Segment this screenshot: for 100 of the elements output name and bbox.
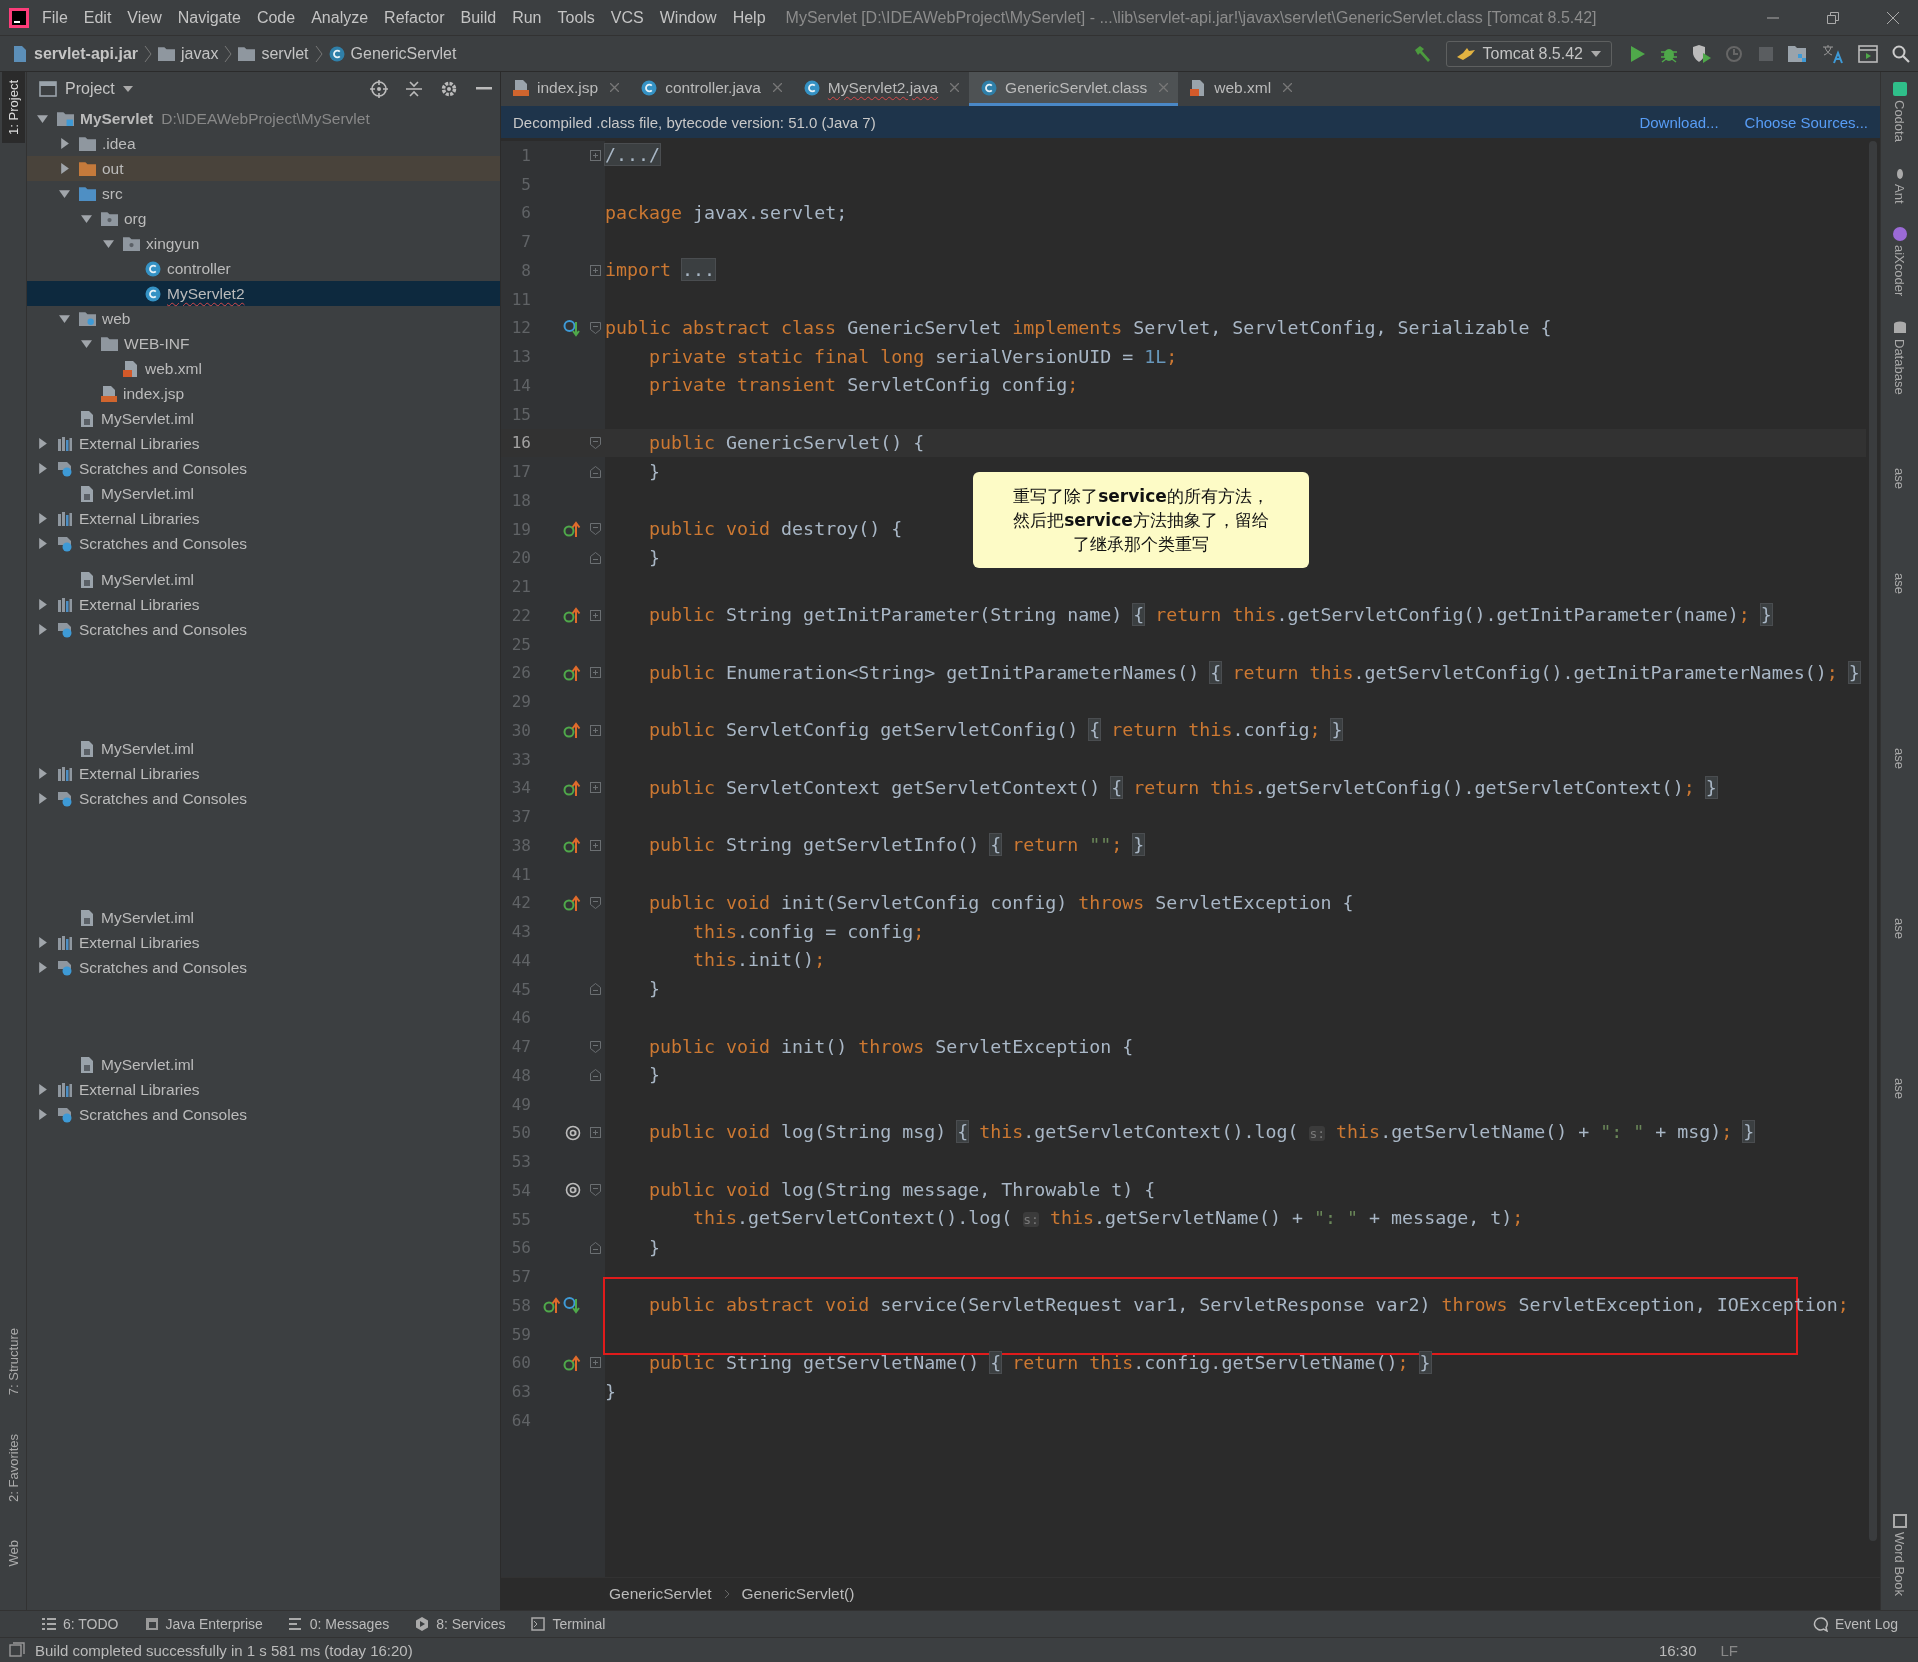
tool-window-tab[interactable]: 7: Structure [1,1320,25,1404]
tree-row[interactable]: Scratches and Consoles [27,786,500,811]
tree-row[interactable]: MyServlet.iml [27,1052,500,1077]
expand-arrow-icon[interactable] [37,962,48,973]
menu-item[interactable]: File [42,8,68,27]
search-icon[interactable] [1892,44,1910,63]
unfold-icon[interactable] [589,264,601,276]
notification-link[interactable]: Choose Sources... [1744,113,1868,131]
tree-row[interactable]: External Libraries [27,506,500,531]
panel-title[interactable]: Project [65,80,115,98]
tree-row[interactable]: org [27,206,500,231]
tool-window-tab[interactable]: ase [1892,468,1907,490]
expand-arrow-icon[interactable] [37,463,48,474]
expand-arrow-icon[interactable] [81,213,92,224]
tree-row[interactable]: MyServlet.iml [27,481,500,506]
tree-row[interactable]: web.xml [27,356,500,381]
breadcrumb[interactable]: servlet-api.jar [34,44,139,63]
breadcrumb[interactable]: GenericServlet() [741,1585,855,1603]
caret-position[interactable]: 16:30 [1658,1641,1697,1659]
tree-row[interactable]: controller [27,256,500,281]
tree-row[interactable]: src [27,181,500,206]
implements-icon[interactable] [563,663,581,682]
tree-row[interactable]: index.jsp [27,381,500,406]
unfold-icon[interactable] [589,839,601,851]
menu-item[interactable]: Analyze [311,8,369,27]
implemented-icon[interactable] [563,1296,581,1315]
tool-window-tab[interactable]: ase [1892,573,1907,595]
expand-arrow-icon[interactable] [59,138,70,149]
expand-arrow-icon[interactable] [37,793,48,804]
unfold-icon[interactable] [589,1357,601,1369]
tool-window-tab[interactable]: ase [1892,918,1907,940]
breadcrumb[interactable]: servlet [261,44,309,63]
tree-row[interactable]: MyServlet2 [27,281,500,306]
tree-row[interactable]: xingyun [27,231,500,256]
line-separator[interactable]: LF [1720,1641,1738,1659]
run-configuration-dropdown[interactable]: Tomcat 8.5.42 [1445,40,1612,67]
project-structure-icon[interactable] [1788,44,1808,63]
tree-row[interactable]: MyServlet.iml [27,567,500,592]
menu-item[interactable]: VCS [610,8,644,27]
close-icon[interactable] [1283,83,1293,92]
tool-window-tab[interactable]: 1: Project [1,72,25,143]
implements-icon[interactable] [543,1296,561,1315]
run-icon[interactable] [1630,44,1646,63]
tree-row[interactable]: External Libraries [27,1077,500,1102]
fold-icon[interactable] [589,436,601,449]
implements-icon[interactable] [563,721,581,740]
notification-link[interactable]: Download... [1639,113,1719,131]
fold-icon[interactable] [589,523,601,536]
tree-row[interactable]: MyServlet D:\IDEAWebProject\MyServlet [27,106,500,131]
tool-window-tab[interactable]: Codota [1892,100,1907,142]
fold-end-icon[interactable] [589,983,601,996]
tool-window-button[interactable]: Java Enterprise [144,1616,263,1632]
translate-icon[interactable] [1822,43,1844,64]
restore-icon[interactable] [1826,10,1840,25]
menu-item[interactable]: Window [659,8,717,27]
tool-window-tab[interactable]: ase [1892,748,1907,770]
menu-item[interactable]: Tools [557,8,595,27]
menu-item[interactable]: Refactor [384,8,445,27]
expand-arrow-icon[interactable] [37,937,48,948]
tree-row[interactable]: web [27,306,500,331]
editor-tab[interactable]: MyServlet2.java [791,72,970,106]
implemented-icon[interactable] [563,318,581,337]
unfold-icon[interactable] [589,667,601,679]
tree-row[interactable]: External Libraries [27,761,500,786]
tree-row[interactable]: Scratches and Consoles [27,1102,500,1127]
tool-window-tab[interactable]: Web [1,1531,25,1574]
tool-window-button[interactable]: 6: TODO [42,1616,119,1632]
fold-icon[interactable] [589,896,601,909]
implements-icon[interactable] [563,778,581,797]
coverage-icon[interactable] [1692,44,1712,63]
unfold-icon[interactable] [589,149,601,161]
status-icon[interactable] [9,1642,25,1658]
editor-tab[interactable]: GenericServlet.class [969,72,1179,106]
expand-arrow-icon[interactable] [37,513,48,524]
menu-item[interactable]: Edit [83,8,112,27]
implements-icon[interactable] [563,606,581,625]
editor-tab[interactable]: web.xml [1178,72,1303,106]
expand-arrow-icon[interactable] [37,538,48,549]
tool-window-tab[interactable]: 2: Favorites [1,1425,25,1510]
breadcrumb[interactable]: javax [181,44,219,63]
tool-window-tab[interactable]: aiXcoder [1892,245,1907,297]
minimize-icon[interactable] [476,87,492,91]
tree-row[interactable]: External Libraries [27,930,500,955]
close-icon[interactable] [1886,10,1900,25]
close-icon[interactable] [950,83,960,92]
tool-window-button[interactable]: Terminal [531,1616,606,1632]
menu-item[interactable]: Code [256,8,296,27]
event-log-button[interactable]: Event Log [1812,1616,1898,1632]
tool-window-tab[interactable]: ase [1892,1078,1907,1100]
annotation-icon[interactable] [565,1182,581,1199]
expand-arrow-icon[interactable] [37,113,48,124]
tool-window-button[interactable]: 0: Messages [288,1616,390,1632]
tree-row[interactable]: External Libraries [27,431,500,456]
fold-end-icon[interactable] [589,1241,601,1254]
tree-row[interactable]: Scratches and Consoles [27,531,500,556]
tree-row[interactable]: out [27,156,500,181]
tree-row[interactable]: Scratches and Consoles [27,617,500,642]
menu-item[interactable]: View [127,8,162,27]
menu-item[interactable]: Build [460,8,497,27]
locate-icon[interactable] [370,80,388,98]
